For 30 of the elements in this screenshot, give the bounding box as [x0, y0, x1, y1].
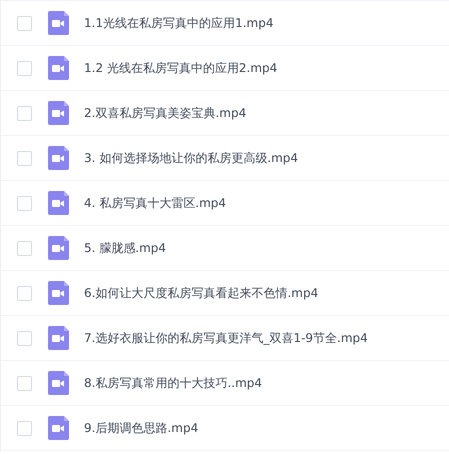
video-file-icon: [48, 191, 69, 215]
file-name[interactable]: 4. 私房写真十大雷区.mp4: [84, 194, 226, 212]
video-file-icon: [48, 11, 69, 35]
checkbox[interactable]: [17, 196, 32, 210]
file-name[interactable]: 6.如何让大尺度私房写真看起来不色情.mp4: [84, 284, 318, 302]
checkbox[interactable]: [17, 330, 32, 346]
checkbox[interactable]: [17, 376, 32, 390]
checkbox[interactable]: [17, 240, 32, 256]
video-file-icon: [48, 56, 69, 80]
checkbox[interactable]: [17, 420, 32, 436]
file-name[interactable]: 2.双喜私房写真美姿宝典.mp4: [84, 104, 246, 122]
video-file-icon: [48, 326, 69, 350]
file-name[interactable]: 5. 朦胧感.mp4: [84, 240, 166, 256]
file-name[interactable]: 9.后期调色思路.mp4: [84, 420, 198, 436]
video-file-icon: [48, 371, 69, 395]
video-file-icon: [48, 146, 69, 170]
checkbox[interactable]: [17, 150, 32, 166]
file-name[interactable]: 3. 如何选择场地让你的私房更高级.mp4: [84, 150, 298, 166]
checkbox[interactable]: [17, 16, 32, 30]
video-file-icon: [48, 236, 69, 260]
checkbox[interactable]: [17, 60, 32, 76]
file-name[interactable]: 7.选好衣服让你的私房写真更洋气_双喜1-9节全.mp4: [84, 330, 368, 346]
file-name[interactable]: 1.2 光线在私房写真中的应用2.mp4: [84, 60, 278, 76]
video-file-icon: [48, 281, 69, 305]
video-file-icon: [48, 416, 69, 440]
checkbox[interactable]: [17, 106, 32, 120]
file-name[interactable]: 8.私房写真常用的十大技巧..mp4: [84, 374, 262, 392]
video-file-icon: [48, 101, 69, 125]
file-name[interactable]: 1.1光线在私房写真中的应用1.mp4: [84, 14, 274, 32]
checkbox[interactable]: [17, 286, 32, 300]
